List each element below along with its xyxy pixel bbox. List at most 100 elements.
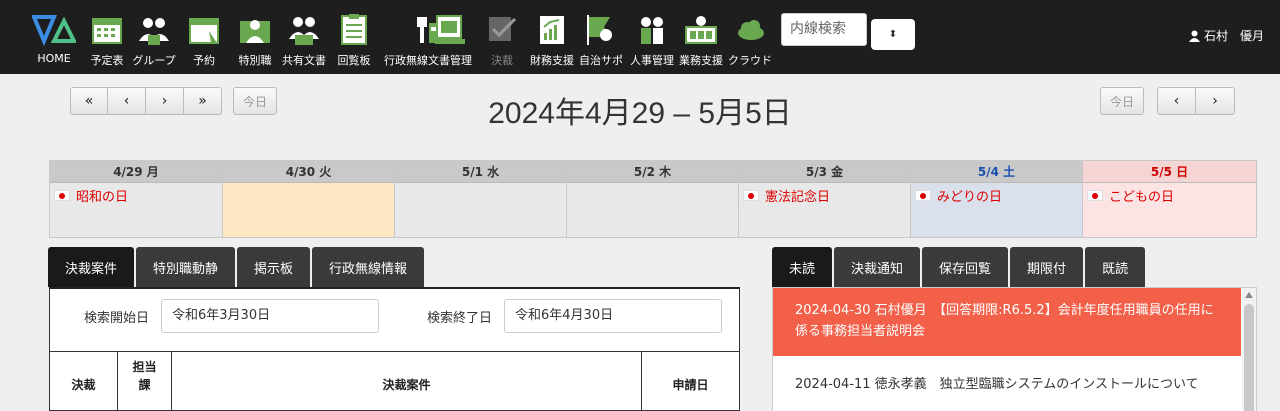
day-cell-sunday[interactable]: こどもの日 — [1083, 183, 1256, 237]
today-right-group: 今日 — [1100, 87, 1144, 115]
nav-label: 特別職 — [238, 54, 272, 67]
table-header: 決裁 担当 課 決裁案件 申請日 — [50, 351, 739, 411]
day-column[interactable]: 5/3 金 憲法記念日 — [739, 161, 911, 237]
col-case[interactable]: 決裁案件 — [172, 352, 642, 410]
notice-item[interactable]: 2024-04-11 徳永孝義 独立型臨職システムのインストールについて — [773, 362, 1241, 409]
day-column[interactable]: 5/2 木 — [567, 161, 739, 237]
col-department[interactable]: 担当 課 — [118, 352, 172, 410]
finance-icon — [540, 16, 564, 44]
day-column[interactable]: 4/29 月 昭和の日 — [50, 161, 223, 237]
nav-label: 自治サポ — [579, 54, 623, 67]
scroll-thumb[interactable] — [1244, 304, 1254, 411]
nav-municipal-support[interactable]: 自治サポ — [576, 0, 626, 74]
nav-home[interactable]: HOME — [30, 0, 78, 74]
holiday-label: みどりの日 — [915, 186, 1078, 205]
day-header: 5/1 水 — [395, 161, 566, 183]
japan-flag-icon — [54, 190, 70, 201]
holiday-label: 昭和の日 — [54, 186, 218, 205]
nav-business-support[interactable]: 業務支援 — [676, 0, 726, 74]
extension-search-input[interactable]: 内線検索 — [781, 13, 867, 46]
col-approval[interactable]: 決裁 — [50, 352, 118, 410]
circular-board-icon — [341, 14, 367, 45]
nav-hr[interactable]: 人事管理 — [627, 0, 677, 74]
user-name: 石村 優月 — [1203, 29, 1264, 43]
prev-week-button-right[interactable]: ‹ — [1157, 87, 1196, 115]
notice-item-alert[interactable]: 2024-04-30 石村優月 【回答期限:R6.5.2】会計年度任用職員の任用… — [773, 288, 1241, 356]
home-logo-icon — [32, 15, 76, 47]
nav-group[interactable]: グループ — [130, 0, 178, 74]
day-cell[interactable] — [395, 183, 566, 237]
search-start-input[interactable]: 令和6年3月30日 — [161, 299, 380, 333]
nav-cloud[interactable]: クラウド — [726, 0, 774, 74]
day-header: 5/3 金 — [739, 161, 910, 183]
tab-bulletin[interactable]: 掲示板 — [237, 247, 311, 287]
day-cell-today[interactable] — [223, 183, 394, 237]
search-end-row: 検索終了日 令和6年4月30日 — [427, 299, 723, 333]
day-column[interactable]: 5/5 日 こどもの日 — [1083, 161, 1256, 237]
japan-flag-icon — [915, 190, 931, 201]
japan-flag-icon — [1087, 190, 1103, 201]
day-cell[interactable] — [567, 183, 738, 237]
tab-deadline[interactable]: 期限付 — [1010, 247, 1084, 287]
search-end-label: 検索終了日 — [427, 310, 493, 326]
scrollbar[interactable] — [1242, 288, 1256, 411]
user-menu[interactable]: 石村 優月 — [1188, 27, 1264, 44]
shared-docs-icon — [289, 17, 319, 45]
japan-flag-icon — [743, 190, 759, 201]
nav-shared-docs[interactable]: 共有文書 — [280, 0, 328, 74]
day-header: 5/5 日 — [1083, 161, 1256, 183]
search-select[interactable]: ⬍ — [871, 19, 915, 50]
today-button-right[interactable]: 今日 — [1100, 87, 1144, 115]
holiday-label: 憲法記念日 — [743, 186, 906, 205]
nav-radio-docs-2[interactable] — [432, 0, 468, 74]
nav-circular-board[interactable]: 回覧板 — [334, 0, 374, 74]
business-support-icon — [685, 16, 717, 44]
calendar-icon — [92, 18, 122, 44]
tab-approval-cases[interactable]: 決裁案件 — [48, 247, 135, 287]
next-week-button-right[interactable]: › — [1196, 87, 1235, 115]
day-cell[interactable]: 憲法記念日 — [739, 183, 910, 237]
nav-finance[interactable]: 財務支援 — [528, 0, 576, 74]
tab-saved-circular[interactable]: 保存回覧 — [922, 247, 1009, 287]
nav-label: HOME — [37, 52, 71, 65]
day-cell[interactable]: 昭和の日 — [50, 183, 222, 237]
top-nav: HOME 予定表 グループ 予約 特別職 共有文書 回覧板 行政無線文書管理 決… — [0, 0, 1280, 74]
nav-label: 業務支援 — [679, 54, 723, 67]
reservation-icon — [189, 18, 219, 44]
nav-reservation[interactable]: 予約 — [186, 0, 222, 74]
nav-label: 財務支援 — [530, 54, 574, 67]
nav-label: 共有文書 — [282, 54, 326, 67]
nav-label: 予定表 — [90, 54, 124, 67]
tab-unread[interactable]: 未読 — [772, 247, 833, 287]
nav-approval[interactable]: 決裁 — [484, 0, 520, 74]
nav-special-staff[interactable]: 特別職 — [235, 0, 275, 74]
nav-schedule[interactable]: 予定表 — [86, 0, 128, 74]
nav-label: クラウド — [728, 54, 772, 67]
nav-label: 決裁 — [491, 54, 513, 67]
day-column[interactable]: 5/1 水 — [395, 161, 567, 237]
day-cell-saturday[interactable]: みどりの日 — [911, 183, 1082, 237]
notice-panel: 2024-04-30 石村優月 【回答期限:R6.5.2】会計年度任用職員の任用… — [772, 287, 1257, 411]
col-apply-date[interactable]: 申請日 — [642, 352, 739, 410]
calendar-nav-right: ‹ › — [1157, 87, 1235, 115]
holiday-label: こどもの日 — [1087, 186, 1252, 205]
tab-special-staff[interactable]: 特別職動静 — [136, 247, 236, 287]
search-end-input[interactable]: 令和6年4月30日 — [504, 299, 723, 333]
day-header: 5/4 土 — [911, 161, 1082, 183]
tab-approval-notice[interactable]: 決裁通知 — [834, 247, 921, 287]
nav-label: 人事管理 — [630, 54, 674, 67]
nav-label: 予約 — [193, 54, 215, 67]
scroll-up-icon[interactable] — [1245, 292, 1253, 298]
tab-radio-info[interactable]: 行政無線情報 — [312, 247, 425, 287]
right-tabs: 未読 決裁通知 保存回覧 期限付 既読 — [772, 247, 1146, 287]
special-staff-icon — [240, 20, 270, 43]
holiday-name: 憲法記念日 — [765, 190, 831, 205]
day-column[interactable]: 5/4 土 みどりの日 — [911, 161, 1083, 237]
holiday-name: みどりの日 — [937, 190, 1003, 205]
tab-read[interactable]: 既読 — [1085, 247, 1146, 287]
day-header: 5/2 木 — [567, 161, 738, 183]
cloud-icon — [738, 20, 764, 40]
approval-icon — [489, 17, 517, 41]
day-header: 4/29 月 — [50, 161, 222, 183]
day-column[interactable]: 4/30 火 — [223, 161, 395, 237]
